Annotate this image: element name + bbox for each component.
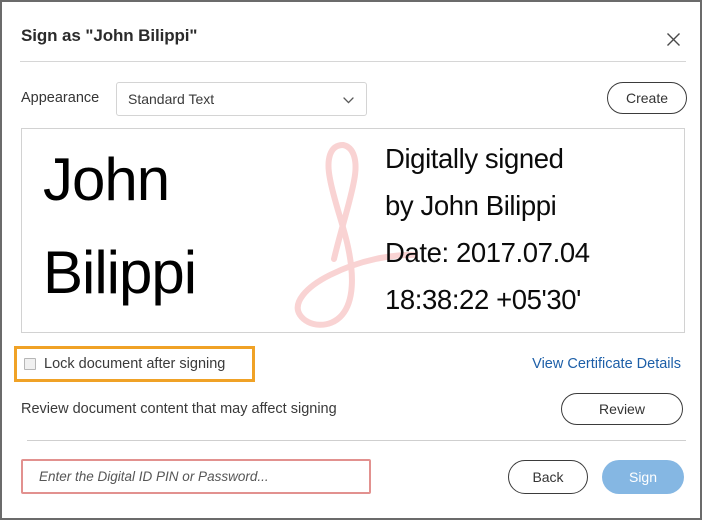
appearance-select-value: Standard Text: [128, 91, 215, 107]
signature-details: Digitally signed by John Bilippi Date: 2…: [385, 135, 684, 323]
appearance-label: Appearance: [21, 90, 100, 106]
review-button[interactable]: Review: [561, 393, 683, 425]
sign-dialog-screen: Sign as "John Bilippi" Appearance Standa…: [0, 0, 702, 520]
lock-document-highlight: Lock document after signing: [14, 346, 255, 382]
lock-document-label: Lock document after signing: [44, 356, 226, 372]
chevron-down-icon: [343, 95, 354, 106]
lock-document-checkbox[interactable]: [24, 358, 36, 370]
lock-document-checkbox-row[interactable]: Lock document after signing: [24, 356, 225, 372]
signature-preview: John Bilippi Digitally signed by John Bi…: [21, 128, 685, 333]
header-divider: [20, 61, 686, 62]
signature-name: John Bilippi: [43, 133, 298, 319]
appearance-row: Appearance Standard Text Create: [2, 80, 702, 120]
sign-button[interactable]: Sign: [602, 460, 684, 494]
close-icon[interactable]: [658, 24, 688, 54]
page-title: Sign as "John Bilippi": [21, 26, 198, 45]
signature-detail-line: Digitally signed: [385, 143, 564, 174]
signature-detail-line: by John Bilippi: [385, 190, 557, 221]
create-button[interactable]: Create: [607, 82, 687, 114]
dialog-window: Sign as "John Bilippi" Appearance Standa…: [0, 0, 702, 520]
appearance-select[interactable]: Standard Text: [116, 82, 367, 116]
view-certificate-details-link[interactable]: View Certificate Details: [532, 356, 681, 372]
signature-name-line: John: [43, 146, 170, 213]
back-button[interactable]: Back: [508, 460, 588, 494]
signature-detail-line: 18:38:22 +05'30': [385, 284, 582, 315]
review-document-text: Review document content that may affect …: [21, 401, 337, 417]
signature-name-line: Bilippi: [43, 239, 197, 306]
signature-detail-line: Date: 2017.07.04: [385, 237, 590, 268]
footer-divider: [27, 440, 686, 441]
pin-input[interactable]: [21, 459, 371, 494]
dialog-header: Sign as "John Bilippi": [4, 4, 702, 62]
